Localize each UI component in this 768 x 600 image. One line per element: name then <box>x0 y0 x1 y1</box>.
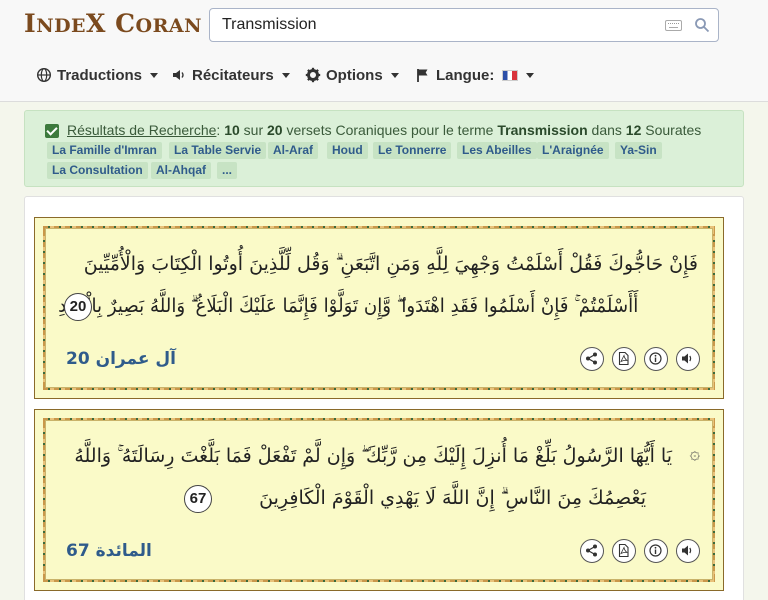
results-count: 10 <box>224 122 240 138</box>
top-header: INDEX CORAN Traductions Récitateurs <box>0 0 768 102</box>
chevron-down-icon <box>390 72 399 78</box>
pdf-button[interactable] <box>612 539 636 563</box>
sura-tag[interactable]: Les Abeilles <box>457 142 537 159</box>
speaker-icon <box>682 353 692 364</box>
site-logo[interactable]: INDEX CORAN <box>24 9 202 38</box>
pdf-icon <box>618 544 629 557</box>
speaker-icon <box>682 545 692 556</box>
nav-reciters-label: Récitateurs <box>192 66 274 84</box>
search-box <box>209 8 719 42</box>
info-icon <box>649 544 662 557</box>
globe-icon <box>36 67 52 83</box>
sura-tag[interactable]: La Famille d'Imran <box>47 142 162 159</box>
sura-tag[interactable]: La Consultation <box>47 162 148 179</box>
verse-number-badge: 20 <box>64 293 92 321</box>
nav-reciters[interactable]: Récitateurs <box>171 62 290 88</box>
verse-text-line: يَا أَيُّهَا الرَّسُولُ بَلِّغْ مَا أُنز… <box>74 445 672 467</box>
results-sura-count: 12 <box>625 122 642 138</box>
sura-tag[interactable]: Houd <box>327 142 368 159</box>
verse-card: فَإِنْ حَاجُّوكَ فَقُلْ أَسْلَمْتُ وَجْه… <box>34 217 724 399</box>
share-button[interactable] <box>580 347 604 371</box>
sura-tag[interactable]: L'Araignée <box>537 142 609 159</box>
info-button[interactable] <box>644 347 668 371</box>
results-summary: Résultats de Recherche: 10 sur 20 verset… <box>67 122 702 138</box>
sura-tag[interactable]: Le Tonnerre <box>373 142 452 159</box>
nav-translations-label: Traductions <box>57 66 143 84</box>
speaker-icon <box>173 70 184 80</box>
share-icon <box>586 544 597 557</box>
search-results-banner: Résultats de Recherche: 10 sur 20 verset… <box>24 110 744 187</box>
sura-tag[interactable]: ... <box>217 162 238 179</box>
nav-language-label: Langue: <box>436 66 495 84</box>
search-icon[interactable] <box>694 17 710 33</box>
flag-icon <box>417 69 428 82</box>
nav-options-label: Options <box>326 66 383 84</box>
play-audio-button[interactable] <box>676 539 700 563</box>
checkbox-checked-icon[interactable] <box>45 124 59 138</box>
sura-tag[interactable]: Al-Araf <box>268 142 319 159</box>
verse-reference[interactable]: آل عمران 20 <box>66 349 176 369</box>
sura-tag[interactable]: Al-Ahqaf <box>151 162 211 179</box>
verse-text-line: يَعْصِمُكَ مِنَ النَّاسِ ۗ إِنَّ اللَّهَ… <box>259 487 646 509</box>
rosette-ornament-icon: ۞ <box>689 443 700 464</box>
share-button[interactable] <box>580 539 604 563</box>
sura-tag[interactable]: Ya-Sin <box>615 142 662 159</box>
verse-card: ۞ يَا أَيُّهَا الرَّسُولُ بَلِّغْ مَا أُ… <box>34 409 724 591</box>
french-flag-icon <box>502 69 519 81</box>
chevron-down-icon <box>281 72 290 78</box>
sura-tag[interactable]: La Table Servie <box>169 142 267 159</box>
verse-text-line: أَأَسْلَمْتُمْ ۚ فَإِنْ أَسْلَمُوا فَقَد… <box>57 295 638 317</box>
info-icon <box>649 352 662 365</box>
results-total: 20 <box>267 122 283 138</box>
results-label-link[interactable]: Résultats de Recherche <box>67 122 216 138</box>
chevron-down-icon <box>526 72 535 78</box>
nav-options[interactable]: Options <box>305 62 399 88</box>
gear-icon <box>305 67 321 83</box>
results-term: Transmission <box>497 122 588 138</box>
verse-number-badge: 67 <box>184 485 212 513</box>
verse-body: فَإِنْ حَاجُّوكَ فَقُلْ أَسْلَمْتُ وَجْه… <box>45 228 713 388</box>
search-input[interactable] <box>222 15 652 35</box>
verse-text-line: فَإِنْ حَاجُّوكَ فَقُلْ أَسْلَمْتُ وَجْه… <box>83 253 698 275</box>
share-icon <box>586 352 597 365</box>
chevron-down-icon <box>150 72 159 78</box>
info-button[interactable] <box>644 539 668 563</box>
verse-reference[interactable]: المائدة 67 <box>66 541 152 561</box>
play-audio-button[interactable] <box>676 347 700 371</box>
verse-body: ۞ يَا أَيُّهَا الرَّسُولُ بَلِّغْ مَا أُ… <box>45 420 713 580</box>
nav-translations[interactable]: Traductions <box>36 62 159 88</box>
pdf-icon <box>618 352 629 365</box>
nav-language[interactable]: Langue: <box>415 62 535 88</box>
keyboard-icon[interactable] <box>665 20 682 31</box>
pdf-button[interactable] <box>612 347 636 371</box>
